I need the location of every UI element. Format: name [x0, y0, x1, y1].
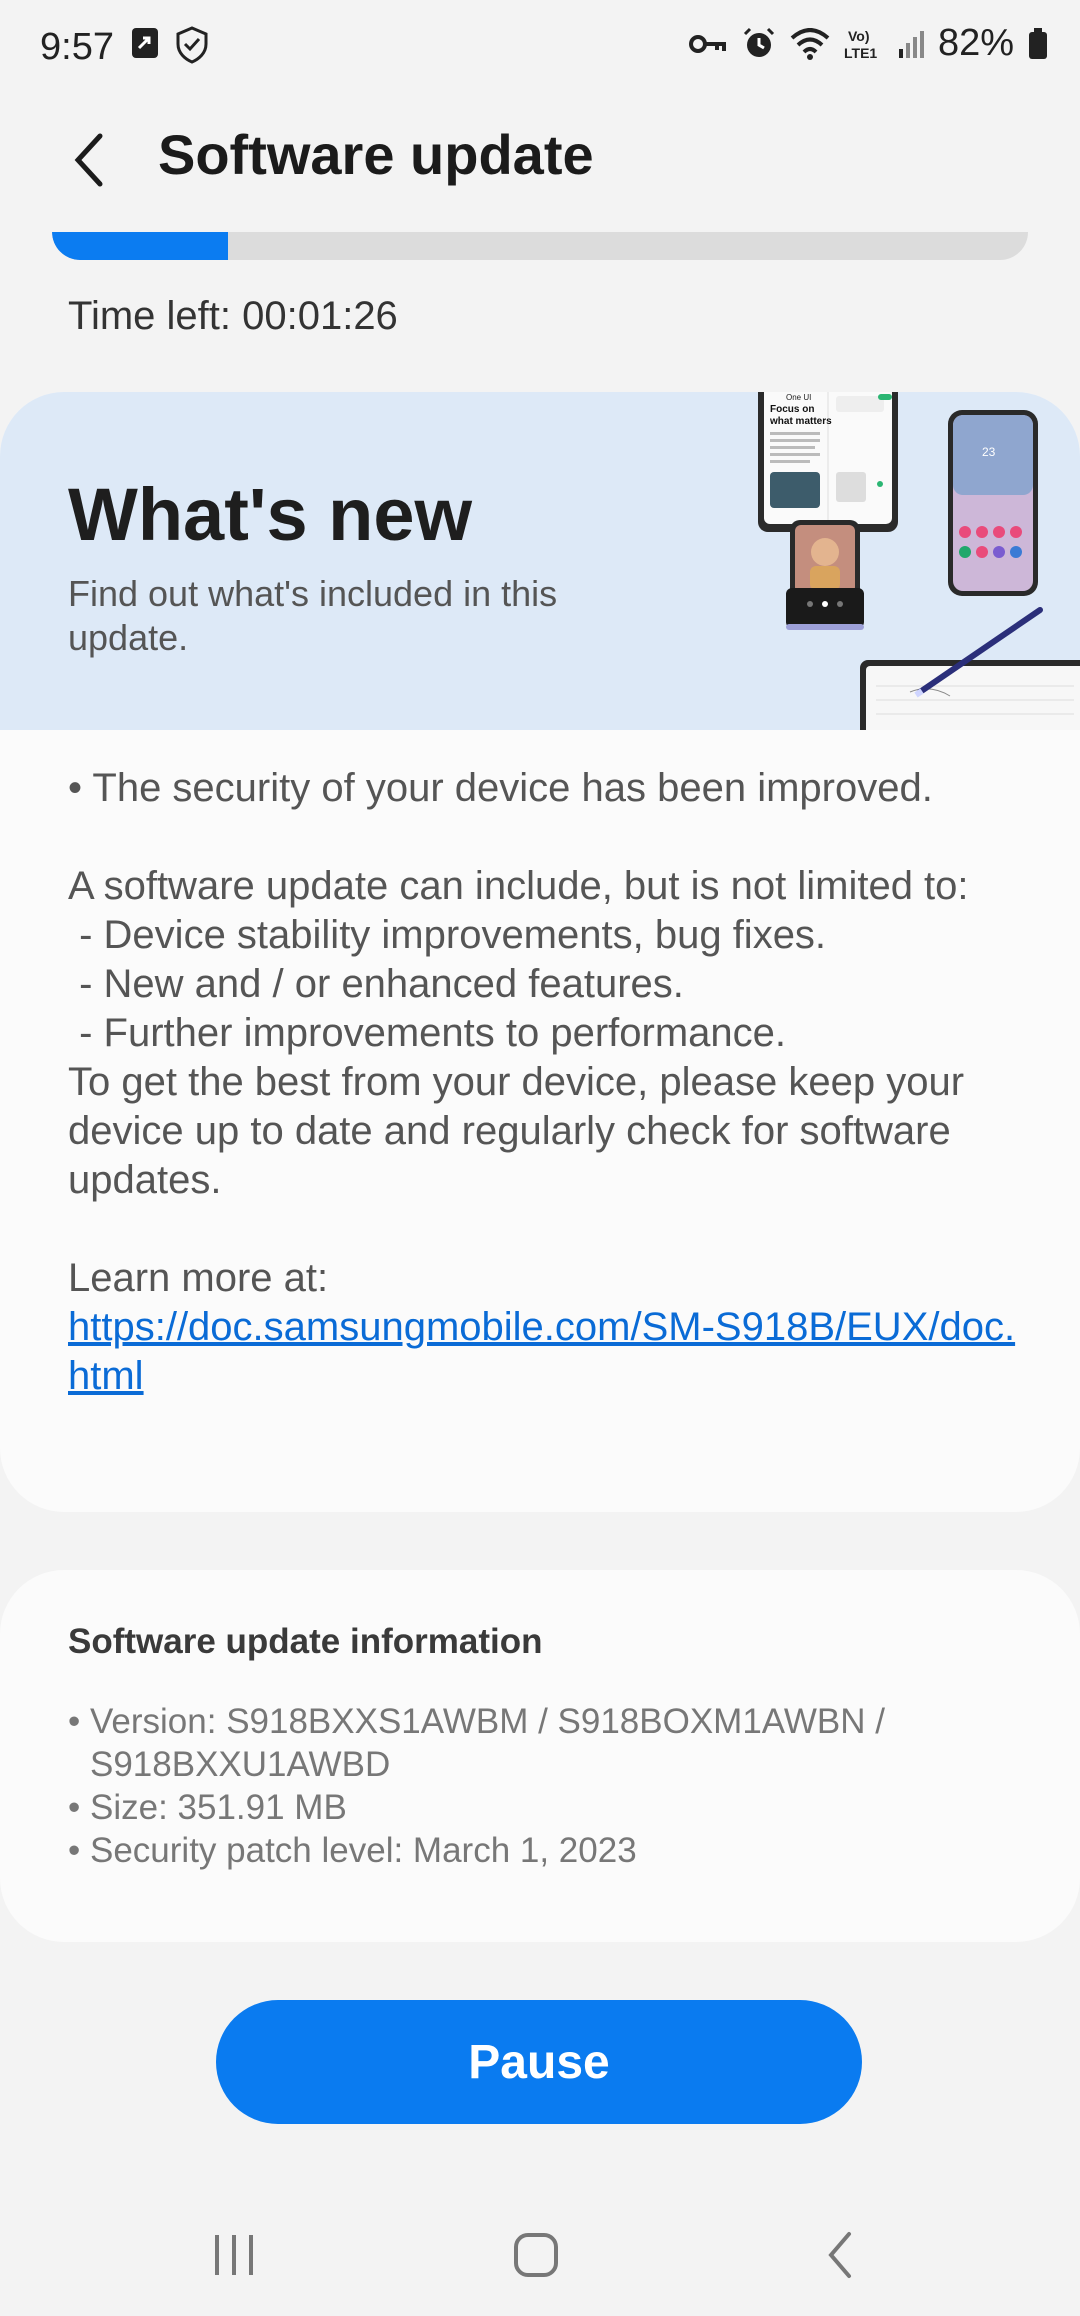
phone-art-text-1: One UI — [786, 393, 811, 402]
svg-text:Vo): Vo) — [848, 28, 870, 44]
security-note: • The security of your device has been i… — [68, 766, 933, 810]
battery-icon — [1028, 27, 1048, 60]
phone-illustration: 23 — [948, 410, 1038, 596]
app-bar: Software update — [0, 110, 1080, 210]
home-button[interactable] — [496, 2220, 576, 2290]
info-version-row: • Version: S918BXXS1AWBM / S918BOXM1AWBN … — [68, 1700, 968, 1786]
release-notes: • The security of your device has been i… — [68, 764, 1018, 1401]
navigation-bar — [0, 2196, 1080, 2316]
update-info-list: • Version: S918BXXS1AWBM / S918BOXM1AWBN … — [68, 1700, 968, 1872]
foldable-phone-illustration: One UI Focus on what matters — [758, 392, 898, 532]
recent-apps-button[interactable] — [194, 2220, 274, 2290]
shield-check-icon — [174, 26, 210, 64]
download-progress-fill — [52, 232, 228, 260]
battery-percent: 82% — [937, 22, 1014, 64]
status-time: 9:57 — [40, 26, 114, 68]
info-version: Version: S918BXXS1AWBM / S918BOXM1AWBN /… — [90, 1702, 885, 1784]
whats-new-banner: What's new Find out what's included in t… — [0, 392, 1080, 730]
info-patch-row: • Security patch level: March 1, 2023 — [68, 1831, 637, 1870]
sync-icon — [130, 26, 160, 64]
whats-new-card: What's new Find out what's included in t… — [0, 392, 1080, 1512]
download-progress-bar — [52, 232, 1028, 260]
phone-art-text-3: what matters — [769, 416, 832, 427]
phone-art-clock: 23 — [982, 445, 996, 459]
devices-illustration: One UI Focus on what matters 23 — [758, 392, 1080, 730]
notes-item: - Further improvements to performance. — [68, 1011, 787, 1055]
back-nav-button[interactable] — [800, 2220, 880, 2290]
vpn-key-icon — [688, 29, 728, 59]
notes-closing: To get the best from your device, please… — [68, 1060, 965, 1202]
signal-icon — [898, 29, 924, 59]
svg-text:LTE1: LTE1 — [844, 45, 877, 61]
wifi-icon — [790, 27, 830, 60]
phone-art-text-2: Focus on — [770, 404, 814, 415]
status-right-icons: Vo) LTE1 82% — [688, 22, 1048, 65]
status-bar: 9:57 Vo) LTE1 82% — [0, 0, 1080, 100]
notes-item: - Device stability improvements, bug fix… — [68, 913, 827, 957]
volte-icon: Vo) LTE1 — [844, 27, 884, 61]
flip-phone-illustration — [786, 520, 864, 630]
whats-new-title: What's new — [68, 473, 473, 556]
learn-more-link[interactable]: https://doc.samsungmobile.com/SM-S918B/E… — [68, 1305, 1015, 1398]
pause-button[interactable]: Pause — [216, 2000, 862, 2124]
back-icon — [823, 2230, 857, 2280]
alarm-icon — [742, 27, 776, 61]
home-icon — [512, 2231, 560, 2279]
update-info-card: Software update information • Version: S9… — [0, 1570, 1080, 1942]
back-button[interactable] — [50, 120, 130, 200]
whats-new-subtitle: Find out what's included in this update. — [68, 573, 558, 658]
recent-apps-icon — [211, 2233, 257, 2277]
back-chevron-icon — [70, 130, 110, 190]
update-info-title: Software update information — [68, 1622, 543, 1661]
page-title: Software update — [158, 123, 594, 186]
tablet-illustration — [860, 660, 1080, 730]
notes-intro: A software update can include, but is no… — [68, 864, 969, 908]
time-left-label: Time left: 00:01:26 — [68, 294, 398, 338]
status-left-icons — [130, 26, 210, 64]
info-security-patch: Security patch level: March 1, 2023 — [90, 1831, 637, 1870]
info-size-row: • Size: 351.91 MB — [68, 1788, 347, 1827]
notes-item: - New and / or enhanced features. — [68, 962, 684, 1006]
info-size: Size: 351.91 MB — [90, 1788, 347, 1827]
learn-more-label: Learn more at: — [68, 1256, 329, 1300]
